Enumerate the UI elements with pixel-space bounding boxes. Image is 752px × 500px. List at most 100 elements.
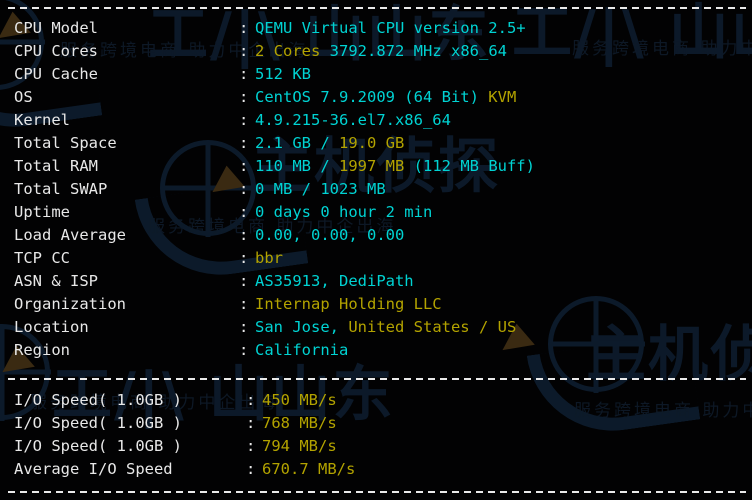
info-row: Total SWAP:0 MB / 1023 MB (0, 178, 752, 201)
info-label: Total Space (14, 134, 117, 152)
info-colon: : (239, 111, 249, 129)
info-label: ASN & ISP (14, 272, 98, 290)
info-row: Uptime:0 days 0 hour 2 min (0, 201, 752, 224)
info-value: 4.9.215-36.el7.x86_64 (255, 109, 451, 132)
info-label: Organization (14, 295, 126, 313)
info-value-segment: 0.00, 0.00, 0.00 (255, 226, 405, 244)
info-row: CPU Model: QEMU Virtual CPU version 2.5+ (0, 17, 752, 40)
io-value: 794 MB/s (262, 435, 337, 458)
separator-top (8, 7, 746, 9)
info-label: Total RAM (14, 157, 98, 175)
info-row: ASN & ISP: AS35913, DediPath (0, 270, 752, 293)
separator-middle (8, 378, 746, 380)
info-value: California (255, 339, 348, 362)
io-colon: : (246, 460, 256, 478)
io-value: 450 MB/s (262, 389, 337, 412)
info-row: CPU Cores:2 Cores 3792.872 MHz x86_64 (0, 40, 752, 63)
info-row: Location: San Jose, United States / US (0, 316, 752, 339)
info-value: bbr (255, 247, 283, 270)
io-row: I/O Speed( 1.0GB ):768 MB/s (0, 412, 752, 435)
info-colon: : (239, 272, 249, 290)
info-row: Total Space:2.1 GB / 19.0 GB (0, 132, 752, 155)
info-value: 0 days 0 hour 2 min (255, 201, 432, 224)
info-row: TCP CC: bbr (0, 247, 752, 270)
info-value-segment: bbr (255, 249, 283, 267)
info-value-segment: 2.1 GB (255, 134, 321, 152)
info-value: Internap Holding LLC (255, 293, 442, 316)
io-value-segment: 670.7 MB/s (262, 460, 356, 478)
info-row: Total RAM:110 MB / 1997 MB (112 MB Buff) (0, 155, 752, 178)
info-value: 0.00, 0.00, 0.00 (255, 224, 404, 247)
info-label: CPU Cache (14, 65, 98, 83)
info-row: Region: California (0, 339, 752, 362)
info-value-segment: / (320, 134, 330, 152)
info-value-segment: CentOS 7.9.2009 (64 Bit) (255, 88, 489, 106)
info-row: Load Average:0.00, 0.00, 0.00 (0, 224, 752, 247)
info-value-segment: KVM (488, 88, 517, 106)
info-colon: : (239, 88, 249, 106)
info-label: Region (14, 341, 70, 359)
terminal-content: CPU Model: QEMU Virtual CPU version 2.5+ C… (0, 0, 752, 500)
info-value-segment: 1997 MB (329, 157, 405, 175)
info-value: 110 MB / 1997 MB (112 MB Buff) (255, 155, 535, 178)
info-value-segment: (112 MB Buff) (404, 157, 535, 175)
info-value: 512 KB (255, 63, 311, 86)
info-colon: : (239, 134, 249, 152)
info-value: 2 Cores 3792.872 MHz x86_64 (255, 40, 507, 63)
info-value-segment: 512 KB (255, 65, 311, 83)
info-value-segment: 110 MB (255, 157, 321, 175)
info-value-segment: 2 (255, 42, 265, 60)
info-value-segment: Cores (264, 42, 321, 60)
io-colon: : (246, 414, 256, 432)
io-label: I/O Speed( 1.0GB ) (14, 437, 182, 455)
info-colon: : (239, 295, 249, 313)
info-colon: : (239, 19, 249, 37)
io-label: I/O Speed( 1.0GB ) (14, 414, 182, 432)
info-value-segment: 0 MB / 1023 MB (255, 180, 386, 198)
info-value-segment: 4.9.215-36.el7.x86_64 (255, 111, 451, 129)
info-value-segment: QEMU Virtual CPU version 2.5+ (255, 19, 526, 37)
info-value-segment: California (255, 341, 349, 359)
info-value-segment: 3792.872 MHz x86_64 (320, 42, 507, 60)
io-label: I/O Speed( 1.0GB ) (14, 391, 182, 409)
info-label: Load Average (14, 226, 126, 244)
info-label: Uptime (14, 203, 70, 221)
info-colon: : (239, 318, 249, 336)
info-colon: : (239, 226, 249, 244)
info-label: CPU Cores (14, 42, 98, 60)
io-value-segment: 768 MB/s (262, 414, 337, 432)
info-value: 2.1 GB / 19.0 GB (255, 132, 404, 155)
info-value: San Jose, United States / US (255, 316, 516, 339)
info-value-segment: AS35913, DediPath (255, 272, 414, 290)
io-colon: : (246, 391, 256, 409)
info-label: TCP CC (14, 249, 70, 267)
info-value: CentOS 7.9.2009 (64 Bit) KVM (255, 86, 516, 109)
info-colon: : (239, 65, 249, 83)
info-colon: : (239, 157, 249, 175)
io-row: I/O Speed( 1.0GB ):794 MB/s (0, 435, 752, 458)
info-label: Kernel (14, 111, 70, 129)
info-row: Organization: Internap Holding LLC (0, 293, 752, 316)
info-value-segment: / (320, 157, 330, 175)
info-label: CPU Model (14, 19, 98, 37)
info-value-segment: United States / US (348, 318, 517, 336)
io-value: 670.7 MB/s (262, 458, 355, 481)
terminal-screen: 工/|\ 山山东 服务跨境电商 助力中企出海 工/|\ 山山东 服务跨境电商 助… (0, 0, 752, 500)
info-value-segment: 0 days 0 hour 2 min (255, 203, 433, 221)
info-colon: : (239, 249, 249, 267)
info-value: AS35913, DediPath (255, 270, 414, 293)
info-value-segment: 19.0 GB (329, 134, 405, 152)
info-colon: : (239, 180, 249, 198)
info-row: Kernel:4.9.215-36.el7.x86_64 (0, 109, 752, 132)
info-label: Total SWAP (14, 180, 108, 198)
io-row: I/O Speed( 1.0GB ):450 MB/s (0, 389, 752, 412)
info-value: QEMU Virtual CPU version 2.5+ (255, 17, 526, 40)
info-row: OS: CentOS 7.9.2009 (64 Bit) KVM (0, 86, 752, 109)
io-value-segment: 794 MB/s (262, 437, 337, 455)
io-value-segment: 450 MB/s (262, 391, 337, 409)
info-value: 0 MB / 1023 MB (255, 178, 386, 201)
info-colon: : (239, 42, 249, 60)
io-row: Average I/O Speed:670.7 MB/s (0, 458, 752, 481)
separator-bottom (8, 491, 746, 493)
info-label: Location (14, 318, 89, 336)
